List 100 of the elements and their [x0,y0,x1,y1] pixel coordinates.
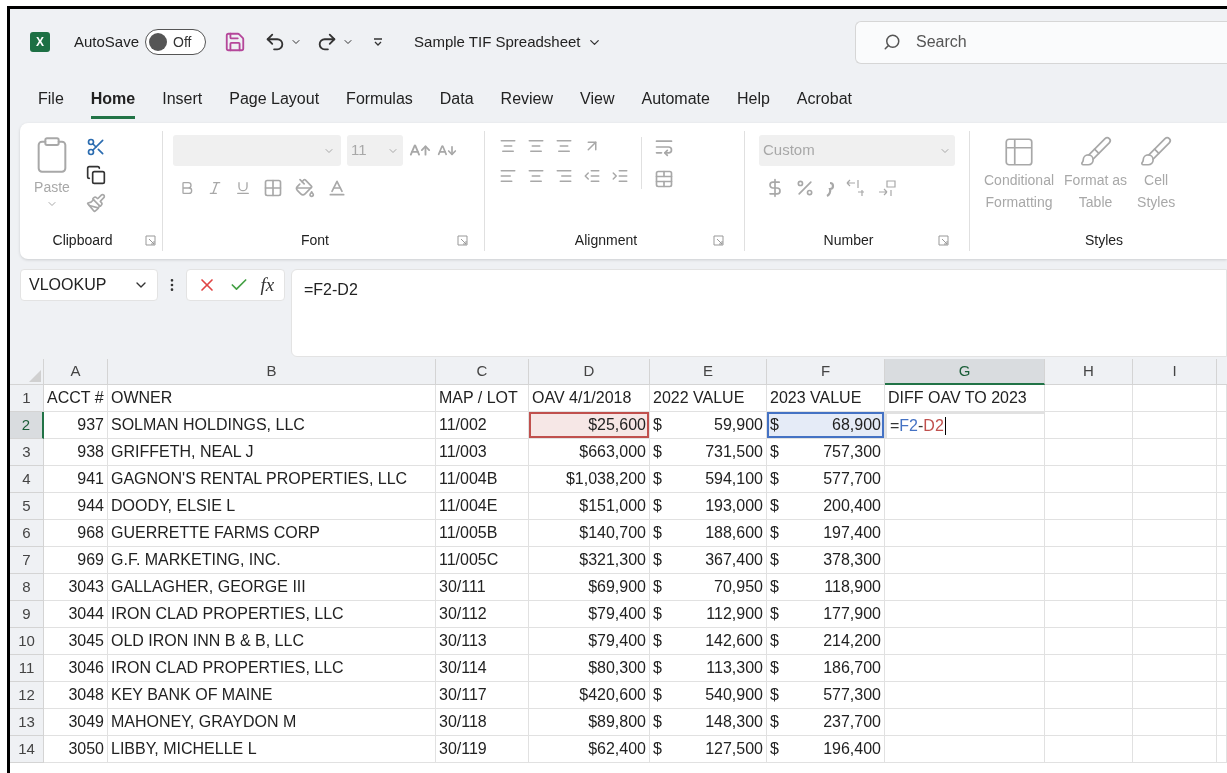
empty-cell[interactable] [1133,520,1217,547]
group-label: Clipboard [52,231,113,250]
empty-cell[interactable] [1045,439,1133,466]
empty-cell[interactable] [1045,682,1133,709]
empty-cell[interactable] [885,682,1045,709]
empty-cell[interactable] [1045,520,1133,547]
row-header[interactable]: 13 [10,709,44,736]
empty-cell[interactable] [1045,574,1133,601]
empty-cell[interactable] [1217,520,1227,547]
row-header[interactable]: 7 [10,547,44,574]
empty-cell[interactable] [1045,493,1133,520]
ribbon-tab[interactable]: Review [500,87,554,119]
empty-cell[interactable] [1045,547,1133,574]
empty-cell[interactable] [1045,736,1133,763]
empty-cell[interactable] [1217,682,1227,709]
empty-cell[interactable] [885,655,1045,682]
empty-cell[interactable] [1217,385,1227,412]
row-header[interactable]: 14 [10,736,44,763]
empty-cell[interactable] [1133,547,1217,574]
formula-field[interactable]: =F2-D2 [291,269,1227,357]
empty-cell[interactable] [885,736,1045,763]
empty-cell[interactable] [1217,493,1227,520]
empty-cell[interactable] [1045,628,1133,655]
empty-cell[interactable] [1133,682,1217,709]
empty-cell[interactable] [1217,601,1227,628]
search-field[interactable]: Search [855,20,1227,64]
merge-icon[interactable] [654,169,674,189]
row-header[interactable]: 11 [10,655,44,682]
empty-cell[interactable] [1133,655,1217,682]
row-header[interactable]: 4 [10,466,44,493]
empty-cell[interactable] [1045,385,1133,412]
empty-cell[interactable] [1133,412,1217,439]
empty-cell[interactable] [1133,628,1217,655]
autosave-toggle[interactable]: Off [145,29,207,55]
row-header[interactable]: 10 [10,628,44,655]
file-name-button[interactable]: Sample TIF Spreadsheet [414,30,602,54]
column-header[interactable]: C [436,359,529,385]
empty-cell[interactable] [1133,574,1217,601]
empty-cell[interactable] [1045,655,1133,682]
empty-cell[interactable] [885,439,1045,466]
empty-cell[interactable] [1217,439,1227,466]
ribbon-tab[interactable]: Home [90,87,136,119]
column-header[interactable]: E [650,359,767,385]
empty-cell[interactable] [1045,601,1133,628]
empty-cell[interactable] [1217,466,1227,493]
ribbon-tab[interactable]: Insert [162,87,203,119]
empty-cell[interactable] [1217,628,1227,655]
column-header[interactable]: B [108,359,436,385]
empty-cell[interactable] [885,520,1045,547]
empty-cell[interactable] [885,466,1045,493]
column-header[interactable]: D [529,359,650,385]
ribbon-tab[interactable]: View [580,87,615,119]
empty-cell[interactable] [1217,709,1227,736]
column-header[interactable]: A [44,359,108,385]
row-header[interactable]: 6 [10,520,44,547]
empty-cell[interactable] [885,709,1045,736]
row-header[interactable]: 5 [10,493,44,520]
select-all-icon[interactable] [29,370,41,382]
save-icon[interactable] [224,31,247,53]
wrap-text-icon[interactable] [654,137,674,157]
column-header[interactable]: H [1045,359,1133,385]
empty-cell[interactable] [885,547,1045,574]
empty-cell[interactable] [885,628,1045,655]
empty-cell[interactable] [1217,547,1227,574]
ribbon-tab[interactable]: Acrobat [796,87,852,119]
empty-cell[interactable] [1133,601,1217,628]
empty-cell[interactable] [1133,493,1217,520]
row-header[interactable]: 3 [10,439,44,466]
row-header[interactable]: 9 [10,601,44,628]
customize-icon[interactable] [372,36,385,48]
empty-cell[interactable] [885,493,1045,520]
ribbon-tab[interactable]: Automate [641,87,710,119]
active-cell[interactable]: =F2-D2 [885,412,1045,439]
empty-cell[interactable] [1133,466,1217,493]
empty-cell[interactable] [1217,655,1227,682]
column-header[interactable]: I [1133,359,1217,385]
empty-cell[interactable] [885,574,1045,601]
ribbon-tab[interactable]: Data [439,87,474,119]
empty-cell[interactable] [1217,736,1227,763]
empty-cell[interactable] [1133,439,1217,466]
empty-cell[interactable] [885,601,1045,628]
insert-function-button[interactable]: fx [260,270,275,300]
empty-cell[interactable] [1133,709,1217,736]
ribbon-tab[interactable]: Formulas [346,87,413,119]
empty-cell[interactable] [1045,412,1133,439]
empty-cell[interactable] [1133,736,1217,763]
empty-cell[interactable] [1045,466,1133,493]
empty-cell[interactable] [1045,709,1133,736]
row-header[interactable]: 12 [10,682,44,709]
row-header[interactable]: 1 [10,385,44,412]
row-header[interactable]: 2 [10,412,44,439]
empty-cell[interactable] [1133,385,1217,412]
empty-cell[interactable] [1217,412,1227,439]
column-header[interactable]: G [885,359,1045,385]
ribbon-tab[interactable]: Page Layout [229,87,320,119]
empty-cell[interactable] [1217,574,1227,601]
row-header[interactable]: 8 [10,574,44,601]
ribbon-tab[interactable]: File [38,87,64,119]
ribbon-tab[interactable]: Help [736,87,770,119]
name-box[interactable]: VLOOKUP [20,269,158,301]
